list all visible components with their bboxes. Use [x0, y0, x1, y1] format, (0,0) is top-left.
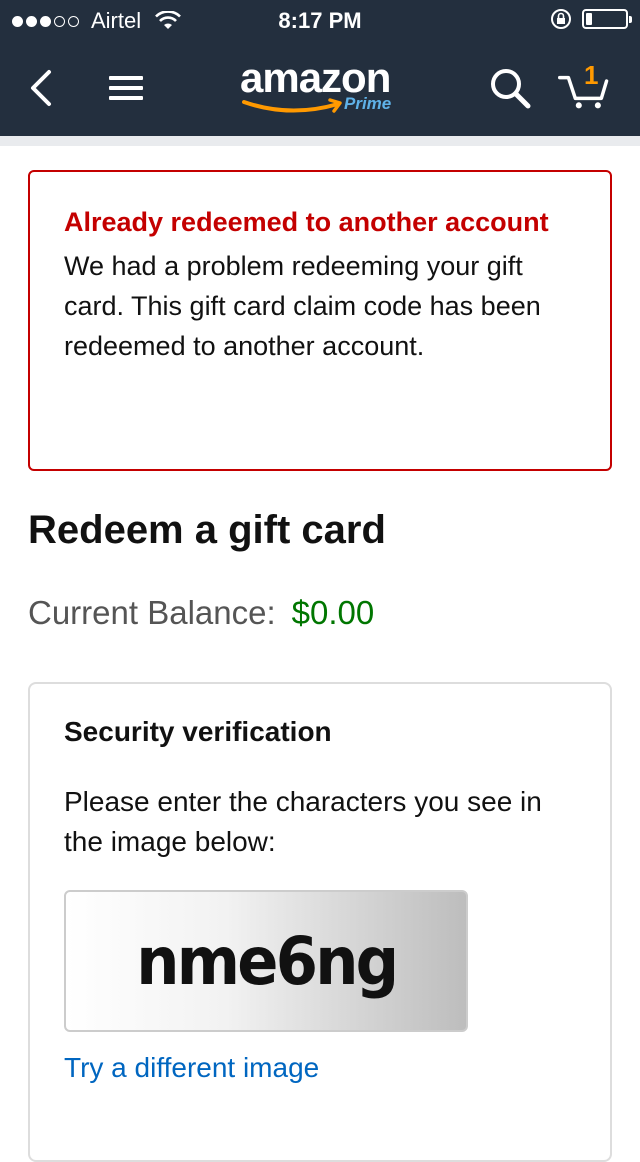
balance-value: $0.00 [291, 594, 375, 631]
status-bar: Airtel 8:17 PM [0, 0, 640, 40]
page-title: Redeem a gift card [28, 508, 386, 552]
cart-count: 1 [584, 60, 599, 90]
try-different-image-link[interactable]: Try a different image [64, 1052, 576, 1084]
menu-icon[interactable] [100, 62, 152, 114]
current-balance: Current Balance: $0.00 [28, 594, 374, 632]
search-icon[interactable] [484, 62, 536, 114]
status-time: 8:17 PM [278, 8, 362, 33]
rotation-lock-icon [550, 8, 572, 30]
battery-level [586, 13, 592, 25]
back-icon[interactable] [16, 62, 68, 114]
alert-title: Already redeemed to another account [64, 207, 549, 237]
cart-icon[interactable]: 1 [558, 60, 610, 114]
nav-bar: amazon Prime 1 [0, 40, 640, 136]
security-title: Security verification [64, 716, 332, 747]
security-instruction: Please enter the characters you see in t… [64, 786, 542, 857]
captcha-image: nme6ng [64, 890, 468, 1032]
alert-message: We had a problem redeeming your gift car… [64, 251, 541, 361]
logo-prime-label: Prime [344, 94, 392, 113]
security-verification-box: Security verification Please enter the c… [28, 682, 612, 1162]
balance-label: Current Balance: [28, 594, 276, 631]
status-right [550, 8, 632, 30]
smile-arrow-icon [242, 98, 342, 113]
captcha-text: nme6ng [135, 922, 399, 1000]
battery-icon [582, 9, 632, 29]
header-divider [0, 136, 640, 146]
amazon-prime-logo[interactable]: amazon Prime [236, 54, 416, 124]
error-alert: Already redeemed to another account We h… [28, 170, 612, 471]
